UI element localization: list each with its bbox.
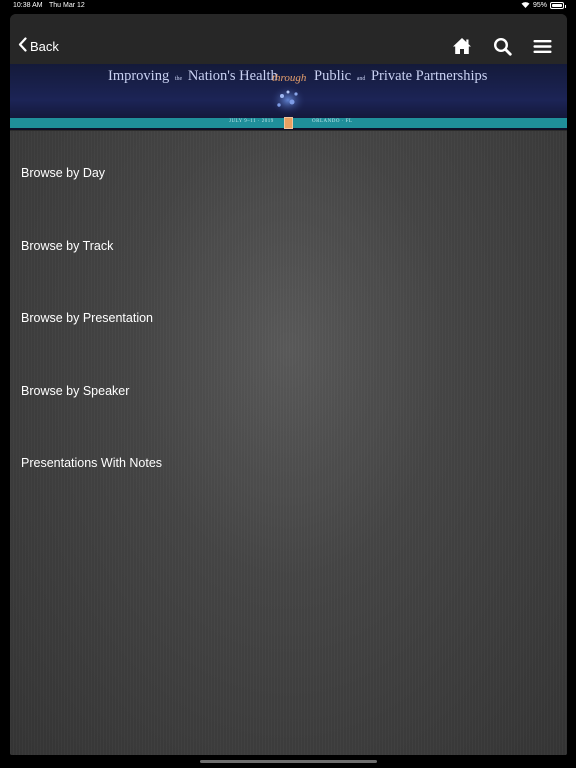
navigation-bar: Back <box>10 14 567 64</box>
status-bar: 10:38 AM Thu Mar 12 95% <box>0 0 576 14</box>
banner-word: Improving <box>108 68 170 84</box>
menu-item-browse-by-speaker[interactable]: Browse by Speaker <box>10 369 567 413</box>
back-label: Back <box>30 38 59 54</box>
banner-marker-icon <box>284 117 293 129</box>
wifi-icon <box>521 1 530 10</box>
menu-item-label: Browse by Day <box>21 166 106 180</box>
event-location: ORLANDO · FL <box>312 119 353 124</box>
globe-icon <box>268 80 308 116</box>
menu-item-label: Presentations With Notes <box>21 456 163 470</box>
battery-percent: 95% <box>532 2 547 9</box>
status-right: 95% <box>521 1 566 10</box>
banner-word: Nation's Health <box>187 68 278 84</box>
status-date: Thu Mar 12 <box>49 2 85 9</box>
menu-item-label: Browse by Presentation <box>21 311 154 325</box>
banner-title-right: Public and Private Partnerships <box>314 68 487 85</box>
battery-level-fill <box>552 4 562 7</box>
home-indicator[interactable] <box>200 760 377 763</box>
nav-actions <box>451 36 553 56</box>
menu-item-browse-by-track[interactable]: Browse by Track <box>10 224 567 268</box>
back-button[interactable]: Back <box>18 37 59 55</box>
app-window: Back Improving the Nation's Health throu… <box>10 14 567 755</box>
menu-icon[interactable] <box>531 36 553 56</box>
banner-word: Private Partnerships <box>370 68 488 84</box>
menu-item-label: Browse by Track <box>21 239 114 253</box>
status-time: 10:38 AM <box>13 2 43 9</box>
menu-item-presentations-with-notes[interactable]: Presentations With Notes <box>10 441 567 485</box>
home-icon[interactable] <box>451 36 473 56</box>
banner-small-word: the <box>174 76 183 82</box>
search-icon[interactable] <box>491 36 513 56</box>
event-dates: JULY 9–11 · 2019 <box>229 119 274 124</box>
banner-small-word: and <box>356 76 366 82</box>
event-banner: Improving the Nation's Health through Pu… <box>10 64 567 130</box>
battery-icon <box>550 2 566 9</box>
banner-title-left: Improving the Nation's Health <box>108 68 278 85</box>
menu-item-browse-by-presentation[interactable]: Browse by Presentation <box>10 296 567 340</box>
menu-item-browse-by-day[interactable]: Browse by Day <box>10 151 567 195</box>
chevron-left-icon <box>18 37 27 55</box>
menu-item-label: Browse by Speaker <box>21 384 130 398</box>
banner-word: Public <box>314 68 352 84</box>
browse-menu-panel: Browse by Day Browse by Track Browse by … <box>10 131 567 755</box>
